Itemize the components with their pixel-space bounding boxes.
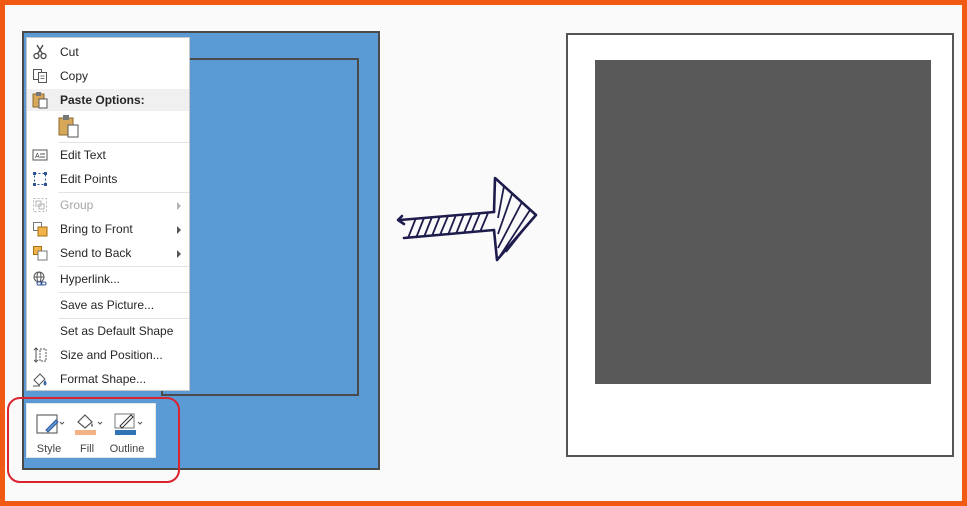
menu-item-label: Set as Default Shape — [60, 324, 174, 338]
menu-item-edit-points[interactable]: Edit Points — [27, 168, 189, 190]
menu-item-save-as-picture[interactable]: Save as Picture... — [27, 294, 189, 316]
paste-options-label: Paste Options: — [60, 93, 145, 107]
format-shape-icon — [33, 373, 47, 387]
menu-item-label: Cut — [60, 45, 79, 59]
menu-item-copy[interactable]: Copy — [27, 65, 189, 87]
menu-separator — [58, 142, 189, 143]
edit-text-icon: A — [32, 149, 48, 161]
menu-item-label: Format Shape... — [60, 372, 147, 386]
svg-text:A: A — [35, 153, 40, 160]
hand-drawn-arrow-icon — [396, 176, 538, 262]
result-shape-fill — [595, 60, 931, 384]
clipboard-icon — [32, 92, 48, 109]
menu-item-set-default-shape[interactable]: Set as Default Shape — [27, 320, 189, 342]
submenu-arrow-icon — [177, 226, 181, 234]
submenu-arrow-icon — [177, 250, 181, 258]
size-position-icon — [33, 347, 47, 363]
menu-separator — [58, 266, 189, 267]
menu-item-label: Save as Picture... — [60, 298, 155, 312]
menu-item-hyperlink[interactable]: Hyperlink... — [27, 268, 189, 290]
menu-item-label: Send to Back — [60, 246, 132, 260]
menu-item-bring-to-front[interactable]: Bring to Front — [27, 218, 189, 240]
menu-item-group[interactable]: Group — [27, 194, 189, 216]
menu-item-format-shape[interactable]: Format Shape... — [27, 368, 189, 390]
menu-item-label: Size and Position... — [60, 348, 163, 362]
context-menu: Cut Copy Paste Options: A Edit Text Edit… — [26, 37, 190, 391]
menu-item-label: Hyperlink... — [60, 272, 121, 286]
menu-item-send-to-back[interactable]: Send to Back — [27, 242, 189, 264]
paste-keep-source-button[interactable] — [58, 114, 82, 138]
scissors-icon — [33, 44, 47, 60]
send-to-back-icon — [33, 246, 48, 261]
submenu-arrow-icon — [177, 202, 181, 210]
menu-separator — [58, 318, 189, 319]
menu-item-size-and-position[interactable]: Size and Position... — [27, 344, 189, 366]
menu-item-cut[interactable]: Cut — [27, 41, 189, 63]
menu-separator — [58, 192, 189, 193]
menu-item-label: Copy — [60, 69, 89, 83]
hyperlink-icon — [33, 271, 47, 286]
bring-to-front-icon — [33, 222, 48, 237]
menu-item-label: Edit Points — [60, 172, 118, 186]
menu-item-label: Edit Text — [60, 148, 106, 162]
edit-points-icon — [33, 172, 47, 186]
shape-inner-outline — [161, 58, 359, 396]
group-icon — [33, 198, 47, 212]
copy-icon — [33, 69, 47, 83]
menu-separator — [58, 292, 189, 293]
menu-item-label: Group — [60, 198, 94, 212]
menu-item-edit-text[interactable]: A Edit Text — [27, 144, 189, 166]
paste-icon — [58, 115, 79, 138]
mini-toolbar-highlight — [7, 397, 180, 483]
menu-item-label: Bring to Front — [60, 222, 133, 236]
paste-options-header: Paste Options: — [27, 89, 189, 111]
